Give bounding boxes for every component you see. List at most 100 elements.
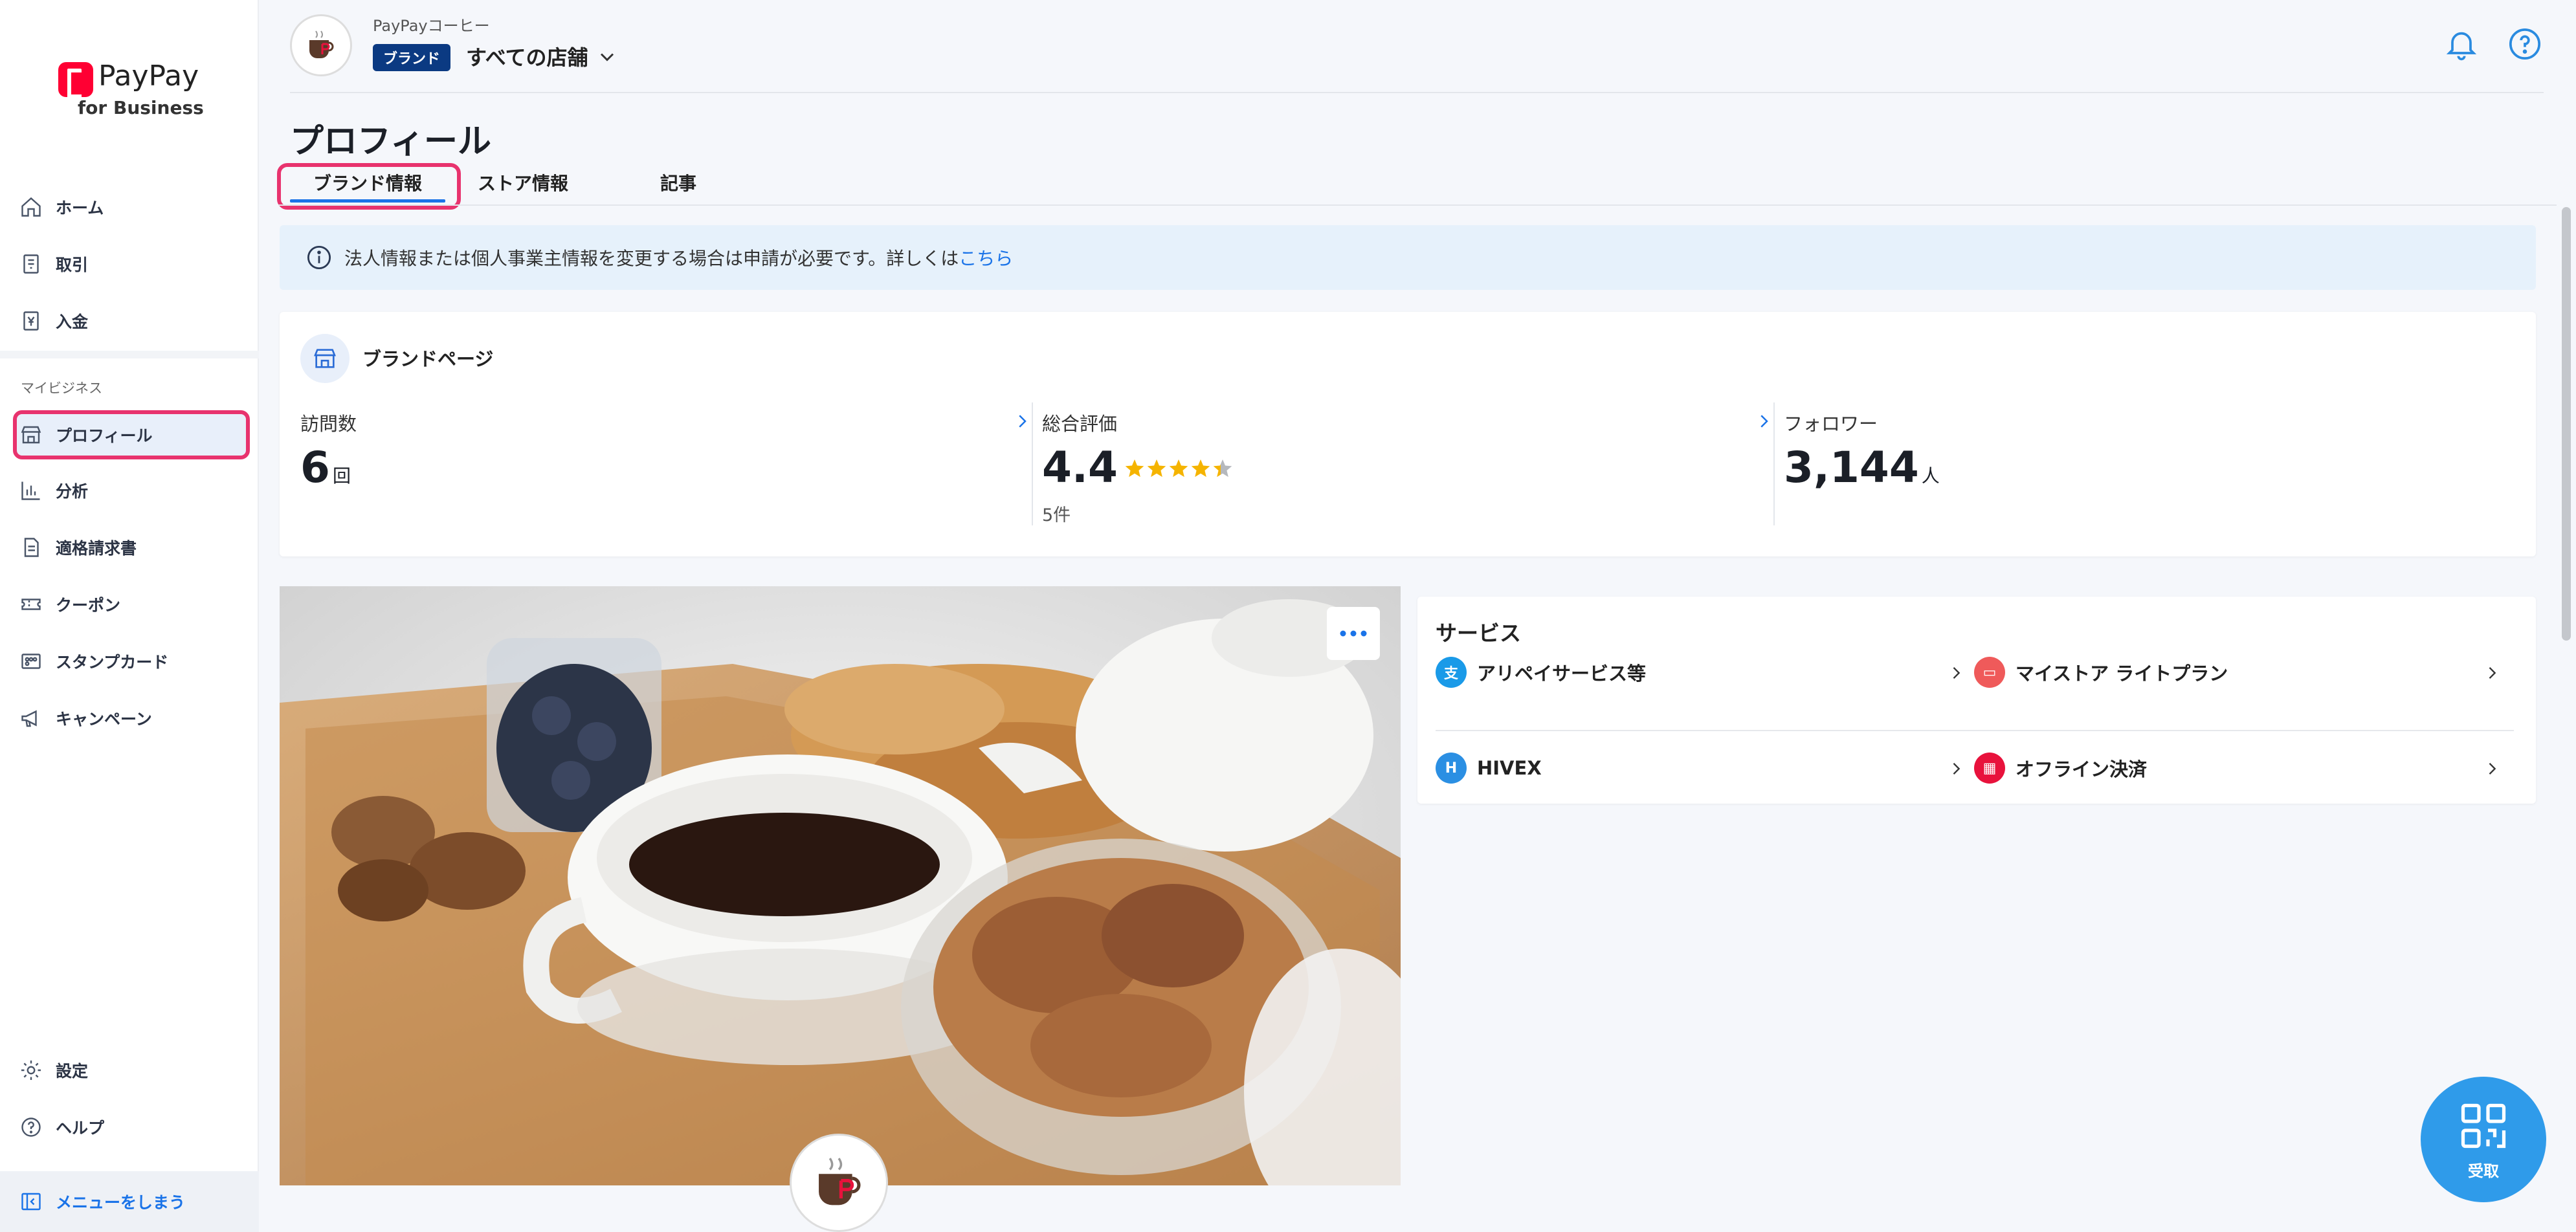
sidebar-item-label: クーポン	[56, 596, 121, 615]
sidebar-section-label: マイビジネス	[21, 380, 102, 396]
rating-number: 4.4	[1042, 443, 1118, 492]
page-title: プロフィール	[290, 122, 491, 161]
receive-label: 受取	[2468, 1161, 2499, 1180]
sidebar-item-coupon[interactable]: クーポン	[19, 585, 120, 624]
receipt-icon	[23, 254, 39, 274]
sidebar-item-invoice[interactable]: 適格請求書	[19, 528, 137, 567]
service-label: アリペイサービス等	[1477, 663, 1647, 685]
service-label: オフライン決済	[2015, 758, 2148, 780]
sidebar-item-stamp-card[interactable]: スタンプカード	[19, 642, 168, 681]
rating-count: 5件	[1042, 505, 1071, 525]
sidebar-item-help[interactable]: ヘルプ	[19, 1108, 104, 1147]
service-alipay[interactable]: 支 アリペイサービス等	[1436, 656, 1646, 688]
service-mystore[interactable]: ▭ マイストア ライトプラン	[1974, 656, 2228, 688]
tabs-divider	[278, 204, 2557, 206]
sidebar-item-home[interactable]: ホーム	[19, 188, 104, 226]
stamp-card-icon	[21, 654, 41, 669]
store-selector[interactable]: すべての店舗	[466, 41, 588, 71]
logo-subtext: for Business	[78, 97, 204, 118]
help-icon	[21, 1117, 41, 1137]
sidebar-item-deposit[interactable]: 入金	[19, 302, 88, 340]
chevron-right-icon[interactable]	[1754, 412, 1773, 431]
coffee-cup-logo-icon	[309, 30, 334, 58]
home-icon	[21, 197, 41, 217]
chevron-right-icon[interactable]	[1947, 664, 1965, 682]
top-header: PayPayコーヒー ブランド すべての店舗	[259, 0, 2576, 93]
sidebar-item-campaign[interactable]: キャンペーン	[19, 699, 152, 738]
brand-logo	[790, 1134, 888, 1232]
hivex-icon: H	[1436, 753, 1467, 784]
chart-icon	[21, 481, 40, 500]
star-icon	[1191, 459, 1210, 478]
rating-value: 4.4	[1042, 443, 1241, 495]
sidebar-item-label: キャンペーン	[56, 710, 152, 729]
receive-payment-button[interactable]: 受取	[2421, 1077, 2546, 1202]
service-hivex[interactable]: H HIVEX	[1436, 752, 1542, 784]
shop-name: PayPayコーヒー	[373, 17, 490, 35]
sidebar-item-transactions[interactable]: 取引	[19, 245, 88, 283]
services-card: サービス 支 アリペイサービス等 ▭ マイストア ライトプラン H HIVEX …	[1417, 597, 2536, 804]
scrollbar[interactable]	[2562, 207, 2571, 641]
tab-highlight-outline	[277, 163, 461, 210]
chevron-down-icon[interactable]	[595, 45, 619, 69]
sidebar-item-analytics[interactable]: 分析	[19, 471, 88, 510]
collapse-menu-button[interactable]: メニューをしまう	[0, 1171, 259, 1232]
followers-unit: 人	[1921, 465, 1940, 487]
rating-label: 総合評価	[1042, 413, 1118, 435]
header-divider	[290, 92, 2544, 93]
service-offline-payment[interactable]: ▦ オフライン決済	[1974, 752, 2147, 784]
coffee-cup-logo-icon	[819, 1158, 861, 1205]
rating-stat[interactable]: 総合評価 4.4 5件	[1042, 409, 1768, 525]
service-label: マイストア ライトプラン	[2015, 663, 2228, 685]
collapse-sidebar-icon	[21, 1193, 41, 1211]
visits-stat[interactable]: 訪問数 6回	[300, 409, 1027, 525]
sidebar-item-label: スタンプカード	[56, 653, 169, 672]
star-icon	[1147, 459, 1166, 478]
tab-articles[interactable]: 記事	[660, 170, 696, 195]
alipay-icon: 支	[1436, 657, 1467, 688]
chevron-right-icon[interactable]	[1012, 412, 1032, 431]
followers-number: 3,144	[1784, 443, 1919, 492]
more-options-button[interactable]	[1327, 607, 1380, 660]
stat-divider	[1773, 402, 1775, 525]
gear-icon	[21, 1061, 41, 1080]
help-circle-icon[interactable]	[2507, 26, 2543, 62]
chevron-right-icon[interactable]	[1947, 760, 1965, 778]
chevron-right-icon[interactable]	[2483, 664, 2501, 682]
service-label: HIVEX	[1477, 757, 1542, 779]
chevron-right-icon[interactable]	[2483, 760, 2501, 778]
star-icon	[1125, 459, 1144, 478]
sidebar-item-label: ヘルプ	[56, 1119, 105, 1138]
rating-stars	[1124, 440, 1241, 490]
sidebar-item-label: 入金	[56, 313, 89, 331]
offline-payment-icon: ▦	[1974, 753, 2005, 784]
sidebar-item-label: プロフィール	[56, 426, 153, 445]
paypay-logo[interactable]: PayPay for Business	[58, 60, 214, 124]
coupon-icon	[21, 599, 41, 610]
qr-code-icon	[2461, 1103, 2506, 1148]
paypay-logo-icon	[58, 62, 93, 98]
info-banner-link[interactable]: こちら	[959, 245, 1013, 270]
followers-label: フォロワー	[1784, 413, 1878, 435]
sidebar-item-label: 適格請求書	[56, 539, 137, 558]
store-avatar[interactable]	[290, 14, 352, 76]
sidebar-item-settings[interactable]: 設定	[19, 1051, 88, 1090]
sidebar: PayPay for Business ホーム 取引 入金 マイビジネス プロフ…	[0, 0, 259, 1232]
services-title: サービス	[1436, 621, 1521, 646]
tab-store-info[interactable]: ストア情報	[478, 170, 568, 195]
brand-cover-image	[280, 586, 1401, 1185]
visits-number: 6	[300, 443, 330, 492]
sidebar-divider	[0, 351, 259, 358]
star-icon	[1169, 459, 1188, 478]
followers-value: 3,144 人	[1784, 443, 1940, 492]
info-banner-text: 法人情報または個人事業主情報を変更する場合は申請が必要です。詳しくは	[344, 248, 959, 269]
logo-text: PayPay	[98, 60, 199, 93]
bell-icon[interactable]	[2443, 26, 2480, 62]
sidebar-item-label: ホーム	[56, 199, 104, 217]
brand-page-icon	[300, 334, 350, 383]
sidebar-item-profile[interactable]: プロフィール	[19, 415, 153, 454]
document-icon	[24, 538, 39, 557]
stat-divider	[1032, 402, 1033, 525]
more-horizontal-icon	[1340, 630, 1367, 637]
visits-unit: 回	[332, 465, 351, 487]
